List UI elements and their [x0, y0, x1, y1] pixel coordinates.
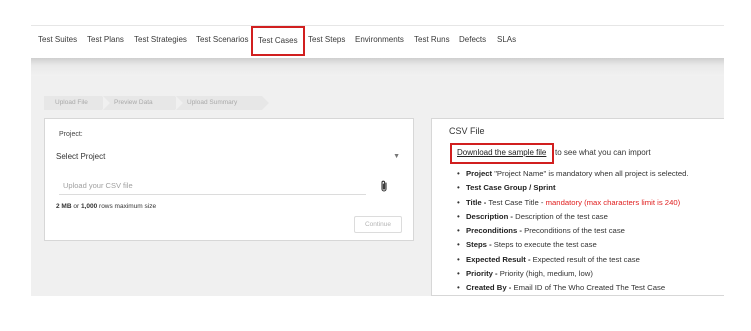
list-item: Project "Project Name" is mandatory when…	[456, 167, 724, 181]
project-label: Project:	[59, 131, 83, 138]
csv-file-title: CSV File	[449, 126, 485, 136]
step-upload-file: Upload File	[44, 96, 109, 110]
mandatory-note: mandatory (max characters limit is 240)	[545, 197, 681, 207]
list-item: Preconditions - Preconditions of the tes…	[456, 224, 724, 238]
dropdown-arrow-icon: ▼	[393, 153, 400, 160]
tab-test-suites[interactable]: Test Suites	[38, 26, 77, 56]
project-select-value: Select Project	[56, 152, 106, 161]
tab-test-runs[interactable]: Test Runs	[414, 26, 450, 56]
list-item: Expected Result - Expected result of the…	[456, 253, 724, 267]
csv-file-input[interactable]: Upload your CSV file	[59, 177, 366, 195]
step-preview-data: Preview Data	[103, 96, 182, 110]
tab-test-scenarios[interactable]: Test Scenarios	[196, 26, 248, 56]
tab-environments[interactable]: Environments	[355, 26, 404, 56]
limit-rest: rows maximum size	[97, 203, 157, 210]
list-item: Description - Description of the test ca…	[456, 210, 724, 224]
limit-size: 2 MB	[56, 203, 72, 210]
top-navigation: Test Suites Test Plans Test Strategies T…	[31, 25, 724, 57]
list-item: Steps - Steps to execute the test case	[456, 238, 724, 252]
tab-test-cases[interactable]: Test Cases	[251, 26, 305, 56]
limit-or: or	[71, 203, 81, 210]
list-item: Created By - Email ID of The Who Created…	[456, 281, 724, 295]
list-item: Title - Test Case Title - mandatory (max…	[456, 196, 724, 210]
project-select[interactable]: Select Project ▼	[56, 149, 402, 165]
limit-rows: 1,000	[80, 203, 98, 210]
csv-fields-list: Project "Project Name" is mandatory when…	[456, 167, 724, 296]
header-shadow	[31, 58, 724, 76]
download-sample-file-link[interactable]: Download the sample file	[457, 148, 546, 157]
download-description: to see what you can import	[555, 148, 651, 157]
paperclip-icon-graphic	[381, 180, 387, 192]
tab-slas[interactable]: SLAs	[497, 26, 516, 56]
paperclip-icon[interactable]	[377, 179, 391, 193]
tab-test-strategies[interactable]: Test Strategies	[134, 26, 187, 56]
tab-test-steps[interactable]: Test Steps	[308, 26, 345, 56]
list-item: Priority - Priority (high, medium, low)	[456, 267, 724, 281]
list-item: Test Case Group / Sprint	[456, 181, 724, 195]
step-upload-summary: Upload Summary	[176, 96, 269, 110]
continue-button[interactable]: Continue	[354, 216, 402, 233]
tab-test-plans[interactable]: Test Plans	[87, 26, 124, 56]
tab-defects[interactable]: Defects	[459, 26, 486, 56]
file-size-limit-note: 2 MB or 1,000 rows maximum size	[56, 203, 156, 210]
